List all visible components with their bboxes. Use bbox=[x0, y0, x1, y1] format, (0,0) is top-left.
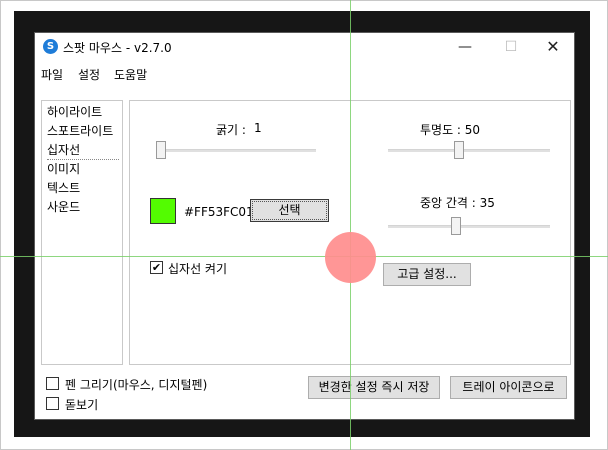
select-color-button[interactable]: 선택 bbox=[250, 199, 329, 222]
tray-icon-button[interactable]: 트레이 아이콘으로 bbox=[450, 376, 567, 399]
opacity-label: 투명도 : 50 bbox=[420, 123, 481, 137]
sidebar-item-image[interactable]: 이미지 bbox=[47, 160, 119, 178]
menu-help[interactable]: 도움말 bbox=[114, 66, 147, 83]
apply-settings-button[interactable]: 변경한 설정 즉시 저장 bbox=[308, 376, 440, 399]
crosshair-vertical-line bbox=[350, 0, 351, 450]
minimize-button[interactable]: — bbox=[442, 33, 488, 61]
pen-draw-checkbox[interactable] bbox=[46, 377, 59, 390]
sidebar-item-text[interactable]: 텍스트 bbox=[47, 179, 119, 197]
thickness-slider[interactable] bbox=[156, 141, 166, 159]
menu-settings[interactable]: 설정 bbox=[78, 66, 100, 83]
sidebar-item-sound[interactable]: 사운드 bbox=[47, 198, 119, 216]
enable-crosshair-checkbox[interactable]: ✔ bbox=[150, 261, 163, 274]
sidebar-item-highlight[interactable]: 하이라이트 bbox=[47, 103, 119, 121]
opacity-slider-track bbox=[388, 149, 550, 152]
menu-bar: 파일 설정 도움말 bbox=[35, 63, 574, 85]
opacity-slider[interactable] bbox=[454, 141, 464, 159]
magnifier-label: 돋보기 bbox=[65, 398, 99, 412]
crosshair-color-swatch[interactable] bbox=[150, 198, 176, 224]
sidebar-item-spotlight[interactable]: 스포트라이트 bbox=[47, 122, 119, 140]
mouse-spot-highlight bbox=[325, 232, 376, 283]
crosshair-horizontal-line bbox=[0, 256, 608, 257]
spot-mouse-app-icon: S bbox=[43, 39, 58, 54]
menu-file[interactable]: 파일 bbox=[41, 66, 63, 83]
center-gap-label: 중앙 간격 : 35 bbox=[420, 196, 495, 210]
window-title: 스팟 마우스 - v2.7.0 bbox=[63, 41, 172, 55]
center-gap-slider[interactable] bbox=[451, 217, 461, 235]
category-list[interactable]: 하이라이트 스포트라이트 십자선 이미지 텍스트 사운드 bbox=[41, 100, 123, 365]
thickness-label: 굵기 : bbox=[216, 123, 246, 137]
thickness-slider-track bbox=[156, 149, 316, 152]
crosshair-color-hex: #FF53FC01 bbox=[184, 205, 254, 219]
thickness-value: 1 bbox=[254, 121, 262, 135]
center-gap-slider-track bbox=[388, 225, 550, 228]
close-button[interactable]: ✕ bbox=[530, 33, 576, 61]
advanced-settings-button[interactable]: 고급 설정... bbox=[383, 263, 471, 286]
magnifier-checkbox[interactable] bbox=[46, 397, 59, 410]
enable-crosshair-label: 십자선 켜기 bbox=[168, 262, 228, 276]
app-window: S 스팟 마우스 - v2.7.0 — ☐ ✕ 파일 설정 도움말 하이라이트 … bbox=[34, 32, 575, 420]
pen-draw-label: 펜 그리기(마우스, 디지털펜) bbox=[65, 378, 208, 392]
maximize-button[interactable]: ☐ bbox=[488, 33, 534, 61]
sidebar-item-crosshair[interactable]: 십자선 bbox=[47, 141, 119, 160]
title-bar[interactable]: S 스팟 마우스 - v2.7.0 — ☐ ✕ bbox=[35, 33, 574, 61]
